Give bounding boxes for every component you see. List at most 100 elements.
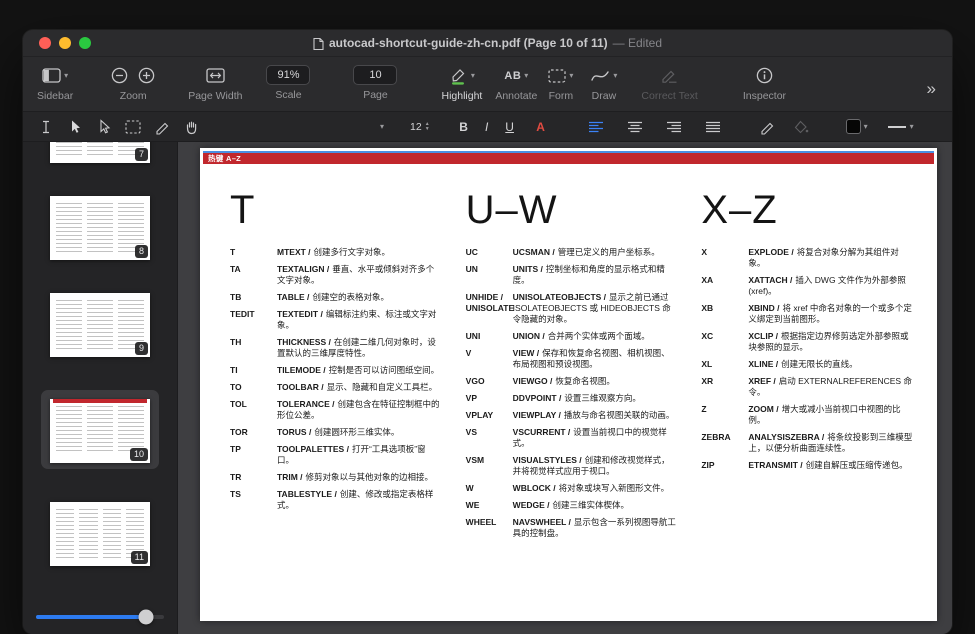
align-center-icon[interactable] — [624, 116, 646, 138]
stepper-arrows-icon[interactable]: ▲ ▼ — [425, 122, 430, 131]
shortcut-entry: VP DDVPOINT /设置三维观察方向。 — [466, 393, 678, 404]
shortcut-text: UNITS /控制坐标和角度的显示格式和精度。 — [513, 264, 678, 286]
shortcut-key: Z — [701, 404, 748, 426]
stroke-style-dropdown[interactable]: ▾ — [888, 123, 914, 131]
shortcut-text: TOLERANCE /创建包含在特征控制框中的形位公差。 — [277, 399, 442, 421]
titlebar: autocad-shortcut-guide-zh-cn.pdf (Page 1… — [23, 30, 952, 57]
paint-bucket-icon — [790, 116, 812, 138]
zoom-out-icon[interactable] — [111, 67, 128, 84]
command-name: TABLE / — [277, 292, 309, 302]
shortcut-key: UC — [466, 247, 513, 258]
align-right-icon[interactable] — [663, 116, 685, 138]
shortcut-text: XCLIP /根据指定边界修剪选定外部参照或块参照的显示。 — [748, 331, 913, 353]
font-family-dropdown[interactable]: ▾ — [320, 123, 384, 131]
thumbnail-page-11[interactable]: 11 — [50, 502, 150, 566]
page-number-input[interactable]: 10 — [353, 65, 397, 85]
align-left-icon[interactable] — [585, 116, 607, 138]
chevron-down-icon: ▾ — [864, 123, 868, 131]
page-number-badge: 10 — [130, 448, 148, 461]
close-window-button[interactable] — [39, 37, 51, 49]
highlight-button[interactable]: ▾ Highlight — [441, 65, 482, 102]
pdf-page: 热键 A–Z T T MTEXT /创建多行文字对象。 — [200, 148, 937, 621]
shortcut-entry: W WBLOCK /将对象或块写入新图形文件。 — [466, 483, 678, 494]
page-width-button[interactable]: Page Width — [188, 65, 242, 102]
column-x-z: X–Z X EXPLODE /将复合对象分解为其组件对象。 XA — [701, 188, 913, 545]
command-name: ANALYSISZEBRA / — [748, 432, 824, 442]
thumbnail-page-10[interactable]: 10 — [50, 399, 150, 463]
minimize-window-button[interactable] — [59, 37, 71, 49]
thumbnail-zoom-slider[interactable] — [23, 600, 177, 634]
shortcut-key: T — [230, 247, 277, 258]
thumbnail-page-7[interactable]: 7 — [50, 142, 150, 163]
scale-input[interactable]: 91% — [266, 65, 310, 85]
inspector-button[interactable]: Inspector — [743, 65, 786, 102]
document-viewport[interactable]: 热键 A–Z T T MTEXT /创建多行文字对象。 — [178, 142, 952, 634]
window-title-area: autocad-shortcut-guide-zh-cn.pdf (Page 1… — [23, 36, 952, 50]
command-description: 播放与命名视图关联的动画。 — [564, 410, 675, 420]
chevron-down-icon: ▾ — [380, 123, 384, 131]
traffic-lights — [39, 37, 91, 49]
shortcut-entry: XR XREF /启动 EXTERNALREFERENCES 命令。 — [701, 376, 913, 398]
shortcut-text: EXPLODE /将复合对象分解为其组件对象。 — [748, 247, 913, 269]
main-toolbar: ▾ Sidebar Zoom — [23, 57, 952, 112]
fullscreen-window-button[interactable] — [79, 37, 91, 49]
shortcut-key: TA — [230, 264, 277, 286]
shortcut-entry: TR TRIM /修剪对象以与其他对象的边相接。 — [230, 472, 442, 483]
shortcut-entry: TI TILEMODE /控制是否可以访问图纸空间。 — [230, 365, 442, 376]
align-justify-icon[interactable] — [702, 116, 724, 138]
color-swatch-icon — [846, 119, 861, 134]
shortcut-entry: TOR TORUS /创建圆环形三维实体。 — [230, 427, 442, 438]
pencil-tool-icon[interactable] — [151, 116, 173, 138]
shortcut-text: VIEW /保存和恢复命名视图、相机视图、布局视图和预设视图。 — [513, 348, 678, 370]
command-name: UNISOLATEOBJECTS / — [513, 292, 606, 302]
text-color-button[interactable]: A — [531, 120, 551, 134]
thumbnail-page-9[interactable]: 9 — [50, 293, 150, 357]
shortcut-key: XL — [701, 359, 748, 370]
marker-pen-icon[interactable] — [756, 116, 778, 138]
shortcut-text: XLINE /创建无限长的直线。 — [748, 359, 913, 370]
underline-button[interactable]: U — [500, 120, 520, 134]
text-tool-icon[interactable] — [35, 116, 57, 138]
column-t: T T MTEXT /创建多行文字对象。 TA — [230, 188, 442, 545]
slider-track[interactable] — [36, 615, 164, 619]
italic-button[interactable]: I — [477, 120, 497, 134]
command-name: ETRANSMIT / — [748, 460, 802, 470]
stroke-line-icon — [888, 126, 906, 128]
shortcut-text: DDVPOINT /设置三维观察方向。 — [513, 393, 678, 404]
select-tool-icon[interactable] — [64, 116, 86, 138]
page-width-icon — [206, 68, 225, 83]
page-header-bar: 热键 A–Z — [203, 151, 934, 164]
command-name: TOOLBAR / — [277, 382, 324, 392]
marquee-select-tool-icon[interactable] — [122, 116, 144, 138]
shortcut-key: TOL — [230, 399, 277, 421]
color-well[interactable]: ▾ — [846, 119, 868, 134]
command-name: TILEMODE / — [277, 365, 326, 375]
toolbar-overflow-button[interactable]: » — [925, 80, 938, 97]
app-window: autocad-shortcut-guide-zh-cn.pdf (Page 1… — [23, 30, 952, 634]
form-icon — [548, 69, 566, 83]
tool-selector-group — [35, 116, 202, 138]
shortcut-key: XC — [701, 331, 748, 353]
thumbnail-page-8[interactable]: 8 — [50, 196, 150, 260]
command-name: VSCURRENT / — [513, 427, 571, 437]
cursor-tool-icon[interactable] — [93, 116, 115, 138]
shortcut-text: VSCURRENT /设置当前视口中的视觉样式。 — [513, 427, 678, 449]
slider-handle[interactable] — [139, 610, 154, 625]
shortcut-text: TORUS /创建圆环形三维实体。 — [277, 427, 442, 438]
hand-tool-icon[interactable] — [180, 116, 202, 138]
shortcut-key: TEDIT — [230, 309, 277, 331]
font-size-stepper[interactable]: 12 ▲ ▼ — [410, 121, 430, 133]
shortcut-key: V — [466, 348, 513, 370]
draw-button[interactable]: ▾ Draw — [590, 65, 617, 102]
command-description: 显示、隐藏和自定义工具栏。 — [327, 382, 438, 392]
shortcut-entry: VGO VIEWGO /恢复命名视图。 — [466, 376, 678, 387]
sidebar-toggle-button[interactable]: ▾ Sidebar — [37, 65, 73, 102]
annotate-button[interactable]: AB ▾ Annotate — [495, 65, 537, 102]
shortcut-text: UCSMAN /管理已定义的用户坐标系。 — [513, 247, 678, 258]
shortcut-text: VIEWPLAY /播放与命名视图关联的动画。 — [513, 410, 678, 421]
zoom-in-icon[interactable] — [138, 67, 155, 84]
chevron-down-icon: ▾ — [613, 72, 617, 80]
bold-button[interactable]: B — [454, 120, 474, 134]
form-button[interactable]: ▾ Form — [548, 65, 573, 102]
shortcut-text: THICKNESS /在创建二维几何对象时，设置默认的三维厚度特性。 — [277, 337, 442, 359]
